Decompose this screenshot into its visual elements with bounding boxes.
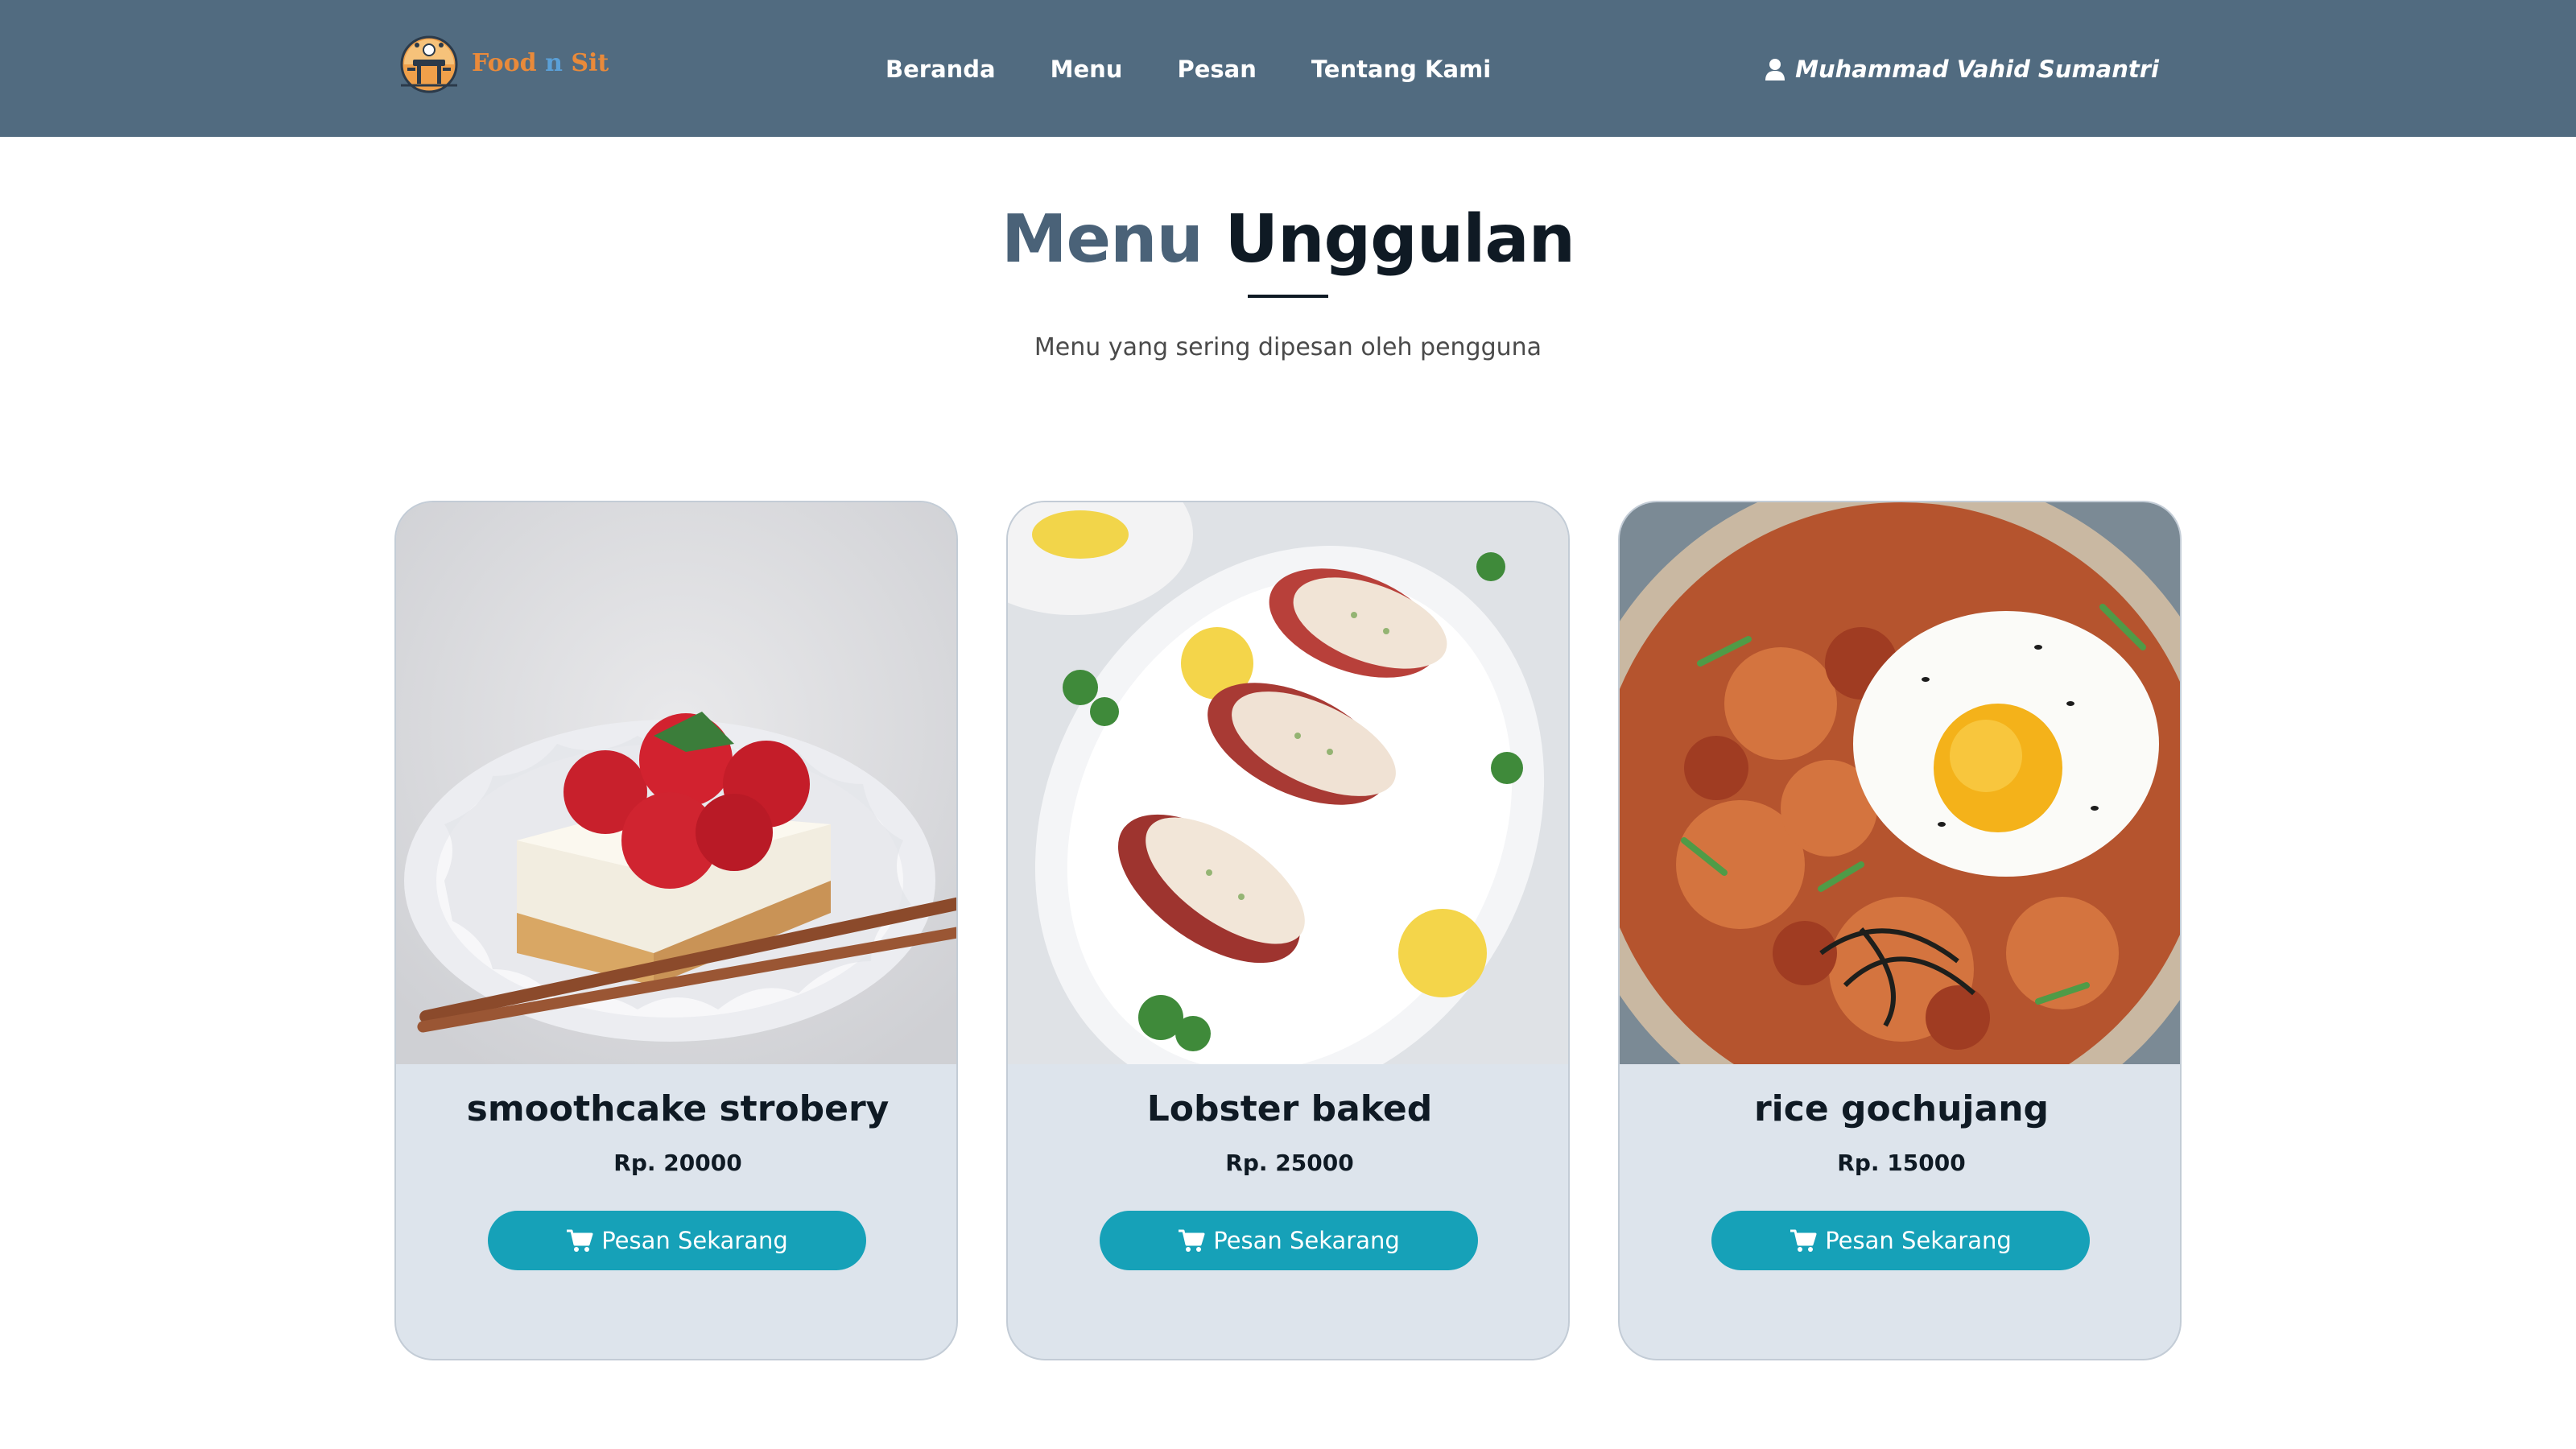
cart-icon [1179, 1229, 1205, 1252]
card-price: Rp. 25000 [1225, 1150, 1354, 1176]
rice-gochujang-image [1620, 502, 2180, 1064]
section-title: Menu Unggulan [0, 201, 2576, 278]
section-title-menu: Menu [1001, 201, 1203, 278]
menu-card-smoothcake: smoothcake strobery Rp. 20000 Pesan Seka… [394, 501, 958, 1360]
menu-card-lobster: Lobster baked Rp. 25000 Pesan Sekarang [1006, 501, 1570, 1360]
section-title-unggulan: Unggulan [1224, 201, 1575, 278]
logo-text-n: n [545, 48, 563, 77]
cart-icon [1790, 1229, 1817, 1252]
logo-text-sit: Sit [571, 48, 609, 77]
lobster-image [1008, 502, 1568, 1064]
cart-icon [567, 1229, 593, 1252]
order-button[interactable]: Pesan Sekarang [1711, 1211, 2090, 1270]
nav-link-pesan[interactable]: Pesan [1177, 48, 1256, 90]
order-button[interactable]: Pesan Sekarang [1100, 1211, 1478, 1270]
title-underline [1248, 295, 1328, 298]
nav-link-tentang-kami[interactable]: Tentang Kami [1311, 48, 1491, 90]
logo-text-food: Food [472, 48, 537, 77]
order-button-label: Pesan Sekarang [601, 1227, 788, 1254]
navbar: Food n Sit Beranda Menu Pesan Tentang Ka… [0, 0, 2576, 137]
smoothcake-image [396, 502, 956, 1064]
card-title: rice gochujang [1753, 1088, 2050, 1129]
section-subtitle: Menu yang sering dipesan oleh pengguna [1034, 333, 1542, 361]
nav-links: Beranda Menu Pesan Tentang Kami [886, 48, 1546, 90]
order-button-label: Pesan Sekarang [1825, 1227, 2012, 1254]
logo-badge-icon [400, 35, 458, 93]
card-price: Rp. 20000 [613, 1150, 742, 1176]
card-title: smoothcake strobery [466, 1088, 890, 1129]
nav-link-beranda[interactable]: Beranda [886, 48, 996, 90]
menu-card-rice-gochujang: rice gochujang Rp. 15000 Pesan Sekarang [1618, 501, 2182, 1360]
user-name: Muhammad Vahid Sumantri [1795, 56, 2159, 83]
card-title: Lobster baked [1146, 1088, 1433, 1129]
order-button-label: Pesan Sekarang [1213, 1227, 1400, 1254]
order-button[interactable]: Pesan Sekarang [488, 1211, 866, 1270]
logo[interactable]: Food n Sit [393, 32, 609, 93]
user-icon [1765, 59, 1785, 80]
logo-text: Food n Sit [472, 49, 609, 77]
user-profile[interactable]: Muhammad Vahid Sumantri [1765, 48, 2159, 90]
card-price: Rp. 15000 [1837, 1150, 1966, 1176]
nav-link-menu[interactable]: Menu [1051, 48, 1123, 90]
